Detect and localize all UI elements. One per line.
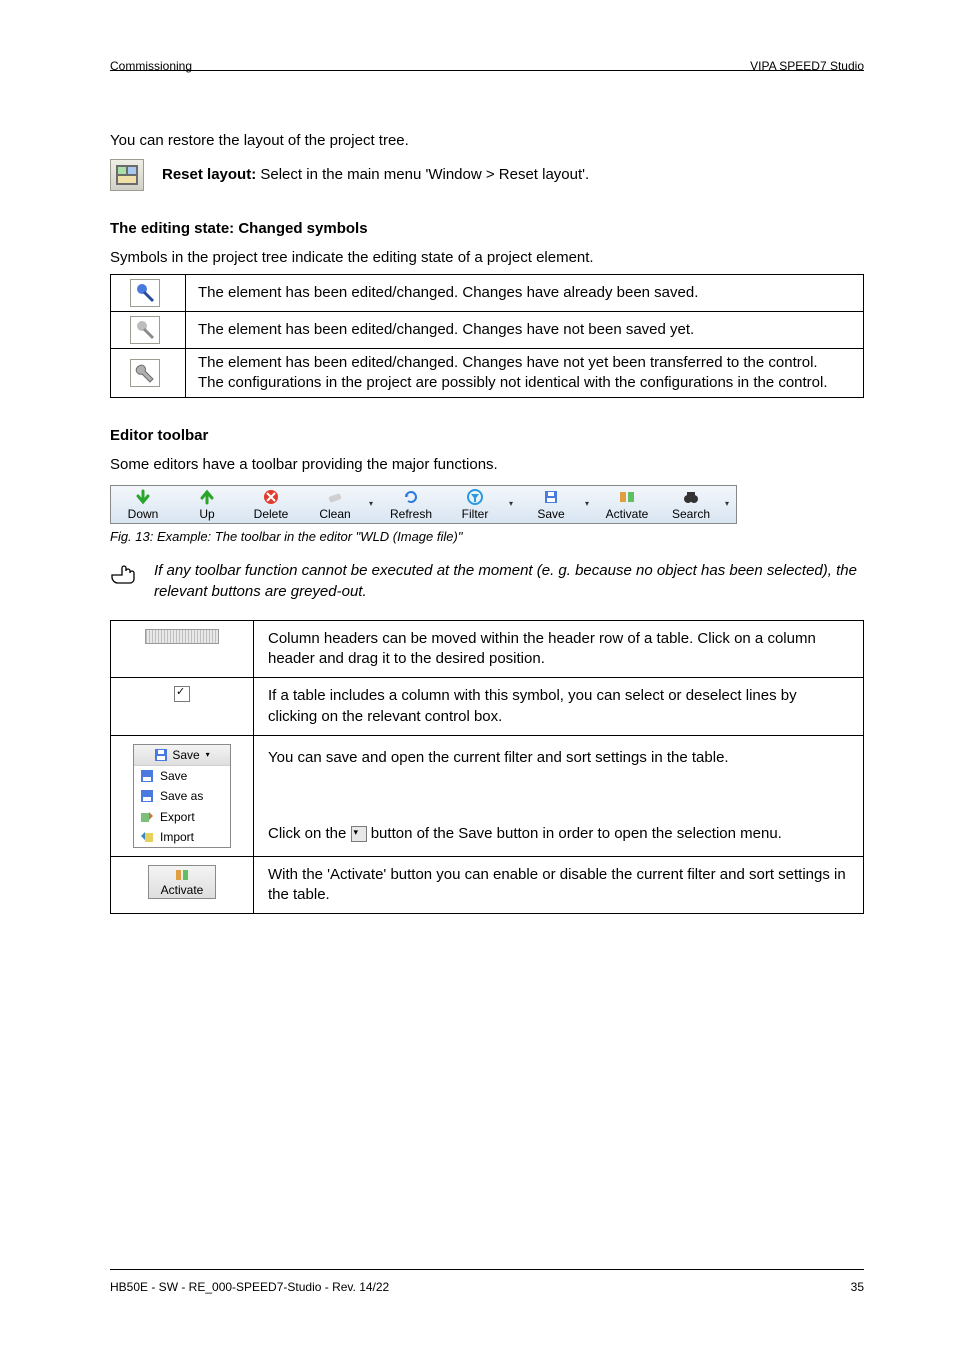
section-1-lead: Symbols in the project tree indicate the… xyxy=(110,248,864,268)
toolbar-activate-label: Activate xyxy=(606,506,649,522)
desc-row-save-line2b: button of the Save button in order to op… xyxy=(371,825,782,842)
note-text: If any toolbar function cannot be execut… xyxy=(154,561,864,602)
desc-row-save-line1: You can save and open the current filter… xyxy=(268,748,849,768)
table-row: Save ▾ Save Save as Export xyxy=(111,735,864,856)
section-1-heading: The editing state: Changed symbols xyxy=(110,219,864,239)
intro-line-1: You can restore the layout of the projec… xyxy=(110,131,864,151)
symbols-row-3: The element has been edited/changed. Cha… xyxy=(186,348,864,398)
toolbar-save-button[interactable]: Save xyxy=(519,486,583,523)
toolbar-search-button[interactable]: Search xyxy=(659,486,723,523)
chevron-down-icon: ▾ xyxy=(206,750,210,761)
toolbar-refresh-label: Refresh xyxy=(390,506,432,522)
toolbar-activate-button[interactable]: Activate xyxy=(595,486,659,523)
desc-row-save: You can save and open the current filter… xyxy=(254,735,864,856)
reset-layout-icon xyxy=(110,159,144,191)
table-row: If a table includes a column with this s… xyxy=(111,678,864,736)
column-header-drag-icon xyxy=(145,629,219,644)
activate-icon xyxy=(175,868,189,882)
table-row: The element has been edited/changed. Cha… xyxy=(111,348,864,398)
toolbar-clean-label: Clean xyxy=(319,506,350,522)
header-left: Commissioning xyxy=(110,58,192,74)
section-2-heading: Editor toolbar xyxy=(110,426,864,446)
header-right: VIPA SPEED7 Studio xyxy=(750,58,864,74)
save-menu-head-label: Save xyxy=(172,747,199,763)
desc-row-save-line2a: Click on the xyxy=(268,825,351,842)
desc-row-header: Column headers can be moved within the h… xyxy=(254,620,864,678)
toolbar-clean-dropdown[interactable]: ▾ xyxy=(367,486,379,523)
toolbar-filter-dropdown[interactable]: ▾ xyxy=(507,486,519,523)
footer-rule xyxy=(110,1269,864,1270)
toolbar-down-label: Down xyxy=(128,506,159,522)
toolbar-search-label: Search xyxy=(672,506,710,522)
save-menu-item-saveas[interactable]: Save as xyxy=(134,786,230,806)
save-menu-item-export[interactable]: Export xyxy=(134,807,230,827)
document-page: Commissioning VIPA SPEED7 Studio You can… xyxy=(0,0,954,1350)
save-icon xyxy=(140,769,154,783)
toolbar-refresh-button[interactable]: Refresh xyxy=(379,486,443,523)
toolbar-down-button[interactable]: Down xyxy=(111,486,175,523)
activate-button-block[interactable]: Activate xyxy=(148,865,216,899)
save-as-icon xyxy=(140,789,154,803)
arrow-up-icon xyxy=(198,489,216,505)
symbols-row-1: The element has been edited/changed. Cha… xyxy=(186,274,864,311)
pin-blue-icon xyxy=(130,279,160,307)
delete-icon xyxy=(262,489,280,505)
dropdown-arrow-icon xyxy=(351,826,367,842)
desc-row-activate: With the 'Activate' button you can enabl… xyxy=(254,856,864,914)
table-row: The element has been edited/changed. Cha… xyxy=(111,274,864,311)
symbols-table: The element has been edited/changed. Cha… xyxy=(110,274,864,399)
filter-icon xyxy=(466,489,484,505)
checkbox-icon xyxy=(174,686,190,702)
arrow-down-icon xyxy=(134,489,152,505)
wrench-icon xyxy=(130,359,160,387)
toolbar-clean-button[interactable]: Clean xyxy=(303,486,367,523)
pointing-hand-icon xyxy=(110,561,140,585)
toolbar-up-button[interactable]: Up xyxy=(175,486,239,523)
toolbar-up-label: Up xyxy=(199,506,214,522)
activate-button-label: Activate xyxy=(161,883,204,897)
toolbar-search-dropdown[interactable]: ▾ xyxy=(723,486,735,523)
save-menu-block[interactable]: Save ▾ Save Save as Export xyxy=(133,744,231,848)
import-icon xyxy=(140,830,154,844)
toolbar-save-label: Save xyxy=(537,506,564,522)
refresh-icon xyxy=(402,489,420,505)
save-icon xyxy=(154,748,168,762)
footer-left: HB50E - SW - RE_000-SPEED7-Studio - Rev.… xyxy=(110,1279,389,1295)
reset-layout-label: Reset layout: xyxy=(162,166,256,183)
export-icon xyxy=(140,810,154,824)
eraser-icon xyxy=(326,489,344,505)
toolbar-delete-button[interactable]: Delete xyxy=(239,486,303,523)
description-table: Column headers can be moved within the h… xyxy=(110,620,864,914)
table-row: Column headers can be moved within the h… xyxy=(111,620,864,678)
save-menu-item-import[interactable]: Import xyxy=(134,827,230,847)
toolbar-filter-button[interactable]: Filter xyxy=(443,486,507,523)
note-row: If any toolbar function cannot be execut… xyxy=(110,561,864,602)
desc-row-check: If a table includes a column with this s… xyxy=(254,678,864,736)
footer-right: 35 xyxy=(851,1279,864,1295)
pin-grey-icon xyxy=(130,316,160,344)
activate-icon xyxy=(618,489,636,505)
symbols-row-2: The element has been edited/changed. Cha… xyxy=(186,311,864,348)
toolbar-save-dropdown[interactable]: ▾ xyxy=(583,486,595,523)
table-row: Activate With the 'Activate' button you … xyxy=(111,856,864,914)
binoculars-icon xyxy=(682,489,700,505)
save-icon xyxy=(542,489,560,505)
save-menu-item-save[interactable]: Save xyxy=(134,766,230,786)
editor-toolbar: Down Up Delete Clean ▾ xyxy=(110,485,737,524)
toolbar-figure-caption: Fig. 13: Example: The toolbar in the edi… xyxy=(110,528,864,546)
toolbar-delete-label: Delete xyxy=(254,506,289,522)
section-2-lead: Some editors have a toolbar providing th… xyxy=(110,455,864,475)
table-row: The element has been edited/changed. Cha… xyxy=(111,311,864,348)
toolbar-filter-label: Filter xyxy=(462,506,489,522)
reset-layout-text: Reset layout: Select in the main menu 'W… xyxy=(162,165,589,185)
reset-layout-desc: Select in the main menu 'Window > Reset … xyxy=(260,166,589,183)
